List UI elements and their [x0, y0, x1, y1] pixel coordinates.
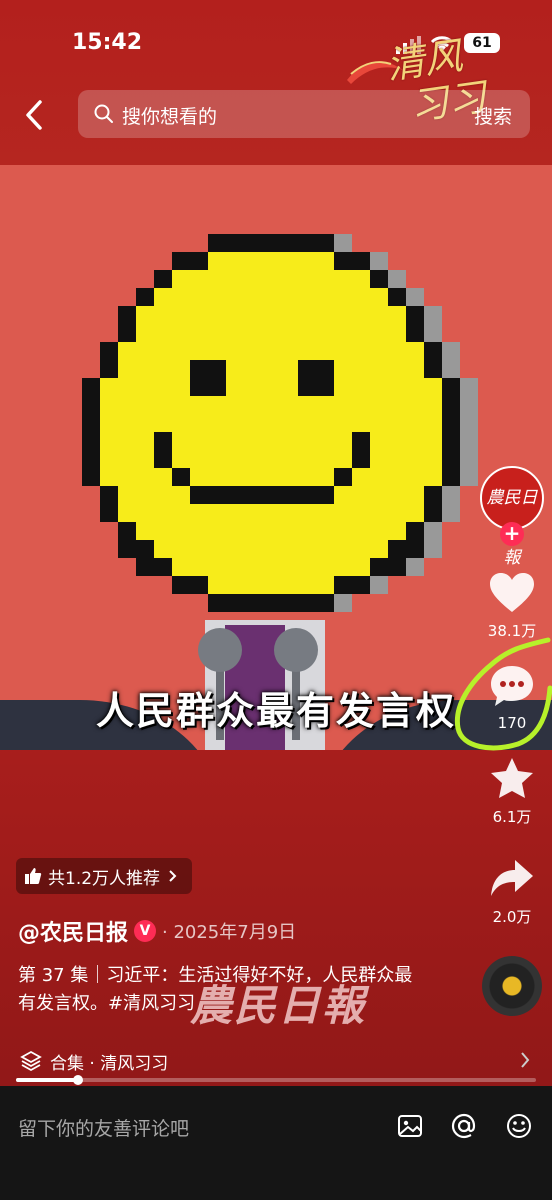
thumbs-up-icon [25, 868, 42, 884]
recommend-badge[interactable]: 共1.2万人推荐 [16, 858, 193, 894]
chevron-right-icon [169, 870, 177, 882]
collection-bar[interactable]: 合集 · 清风习习 [0, 1040, 552, 1082]
favorite-button[interactable]: 6.1万 [477, 756, 547, 827]
star-icon [491, 758, 533, 798]
share-button[interactable]: 2.0万 [477, 858, 547, 927]
status-time: 15:42 [72, 30, 143, 55]
highlight-circle-annotation [454, 637, 552, 751]
favorite-count: 6.1万 [492, 808, 532, 826]
comment-bar: 留下你的友善评论吧 [0, 1086, 552, 1200]
search-button[interactable]: 搜索 [474, 102, 512, 129]
chevron-right-icon [521, 1052, 530, 1068]
video-progress-bar[interactable] [16, 1075, 536, 1085]
image-icon[interactable] [396, 1112, 424, 1140]
share-arrow-icon [491, 860, 533, 896]
watermark-logo: 農民日報 [190, 981, 367, 1030]
microphone-left [198, 628, 242, 672]
author-row[interactable]: @农民日报 V [18, 915, 157, 947]
search-input[interactable]: 搜你想看的 [122, 102, 217, 129]
search-bar[interactable]: 搜你想看的 搜索 [78, 90, 530, 138]
recommend-label: 共1.2万人推荐 [48, 868, 161, 889]
smiley-face-icon [82, 234, 478, 612]
share-count: 2.0万 [492, 908, 532, 926]
progress-fill [16, 1078, 79, 1082]
search-icon [94, 104, 113, 123]
layers-icon [20, 1050, 42, 1072]
mention-icon[interactable] [450, 1112, 478, 1140]
collection-label: 合集 · 清风习习 [50, 1054, 169, 1074]
verified-badge-icon: V [134, 920, 157, 942]
author-name[interactable]: @农民日报 [18, 915, 128, 947]
comment-input[interactable]: 留下你的友善评论吧 [18, 1114, 189, 1141]
follow-button[interactable]: + [500, 522, 524, 546]
heart-icon [490, 573, 534, 612]
emoji-icon[interactable] [505, 1112, 533, 1140]
microphone-right [274, 628, 318, 672]
back-arrow-icon[interactable] [20, 98, 50, 132]
like-button[interactable]: 38.1万 [477, 572, 547, 641]
music-disc-icon[interactable] [482, 956, 542, 1016]
post-date: · 2025年7月9日 [162, 922, 297, 943]
